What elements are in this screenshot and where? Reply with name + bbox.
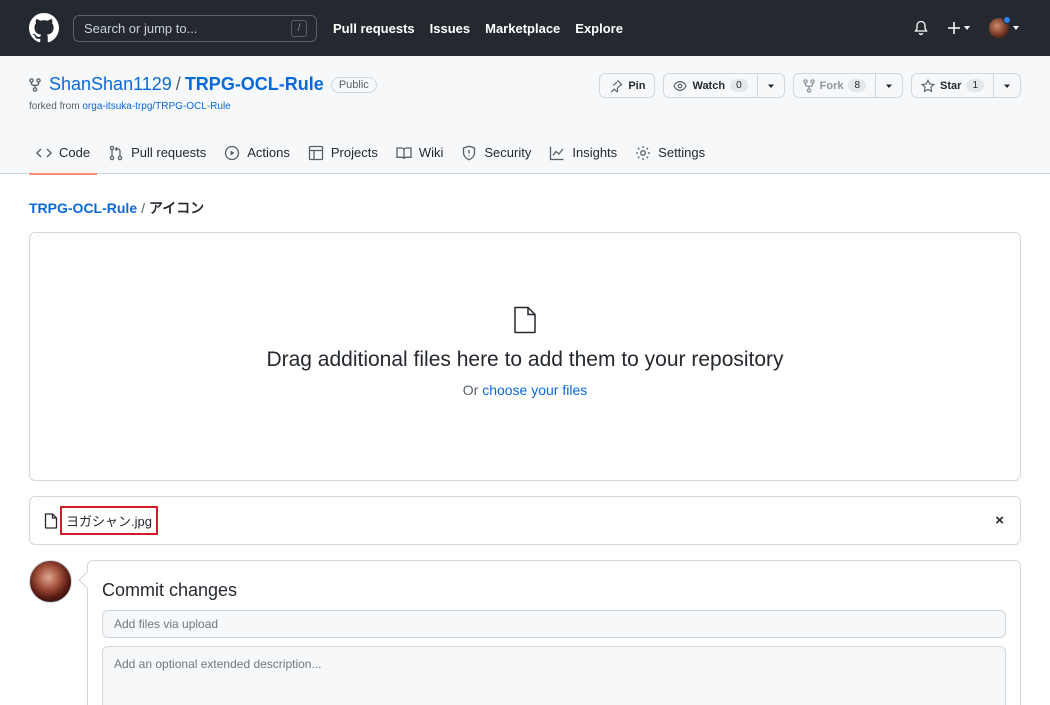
github-logo-icon[interactable] — [29, 13, 59, 43]
repo-name-link[interactable]: TRPG-OCL-Rule — [185, 74, 324, 95]
choose-files-link[interactable]: choose your files — [482, 382, 587, 398]
tab-code[interactable]: Code — [29, 131, 98, 175]
fork-button[interactable]: Fork 8 — [792, 73, 904, 98]
file-icon — [513, 306, 537, 337]
tab-settings[interactable]: Settings — [628, 131, 712, 174]
top-nav: Pull requests Issues Marketplace Explore — [333, 21, 623, 36]
nav-explore[interactable]: Explore — [575, 21, 623, 36]
repo-owner-link[interactable]: ShanShan1129 — [49, 74, 172, 95]
file-icon — [44, 512, 58, 529]
pin-icon — [611, 79, 623, 93]
repo-tabs: Code Pull requests Actions Projects Wiki… — [29, 131, 716, 175]
watch-label: Watch — [692, 79, 726, 92]
nav-marketplace[interactable]: Marketplace — [485, 21, 560, 36]
book-icon — [396, 146, 412, 159]
breadcrumb: TRPG-OCL-Rule / アイコン — [29, 198, 204, 218]
uploaded-file-row: ヨガシャン.jpg × — [29, 496, 1021, 545]
tab-code-label: Code — [59, 145, 91, 160]
watch-caret-icon[interactable] — [756, 74, 784, 97]
code-icon — [36, 148, 52, 157]
commit-description-textarea[interactable]: Add an optional extended description... — [102, 646, 1006, 705]
remove-file-close-icon[interactable]: × — [995, 512, 1004, 529]
header-right — [913, 0, 1021, 56]
commit-summary-placeholder: Add files via upload — [114, 617, 219, 631]
nav-pull-requests[interactable]: Pull requests — [333, 21, 415, 36]
slash-shortcut-key: / — [291, 19, 307, 37]
search-placeholder: Search or jump to... — [84, 20, 198, 36]
fork-caret-icon[interactable] — [875, 74, 902, 97]
nav-issues[interactable]: Issues — [430, 21, 470, 36]
visibility-badge: Public — [330, 76, 377, 93]
forked-prefix: forked from — [29, 101, 80, 112]
tab-pull-requests[interactable]: Pull requests — [101, 131, 213, 174]
star-count: 1 — [966, 79, 984, 92]
tab-wiki[interactable]: Wiki — [389, 131, 451, 174]
upload-dropzone[interactable]: Drag additional files here to add them t… — [29, 232, 1021, 481]
repo-forked-icon — [29, 77, 41, 92]
commit-description-placeholder: Add an optional extended description... — [114, 657, 322, 671]
breadcrumb-repo-link[interactable]: TRPG-OCL-Rule — [29, 200, 137, 216]
tab-wiki-label: Wiki — [418, 145, 444, 160]
tab-projects[interactable]: Projects — [301, 131, 385, 174]
fork-count: 8 — [848, 79, 867, 92]
tab-actions[interactable]: Actions — [217, 131, 297, 174]
avatar — [989, 16, 1011, 38]
repo-title: ShanShan1129 / TRPG-OCL-Rule Public — [29, 74, 377, 95]
tab-projects-label: Projects — [330, 145, 378, 160]
star-icon — [921, 78, 936, 92]
play-circle-icon — [225, 145, 240, 160]
avatar — [29, 560, 72, 603]
tab-insights-label: Insights — [572, 145, 618, 160]
dropzone-subtitle: Or choose your files — [30, 382, 1020, 398]
dropzone-title: Drag additional files here to add them t… — [266, 348, 784, 371]
eye-icon — [673, 80, 688, 91]
graph-icon — [550, 146, 564, 160]
gear-icon — [636, 145, 651, 160]
pin-button[interactable]: Pin — [599, 73, 656, 98]
pull-request-icon — [109, 145, 123, 160]
star-caret-icon[interactable] — [993, 74, 1020, 97]
repo-actions: Pin Watch 0 Fork 8 Star 1 — [599, 73, 1021, 98]
star-button[interactable]: Star 1 — [911, 73, 1021, 98]
forked-source-link[interactable]: orga-itsuka-trpg/TRPG-OCL-Rule — [82, 101, 230, 112]
forked-from: forked from orga-itsuka-trpg/TRPG-OCL-Ru… — [29, 101, 231, 112]
star-label: Star — [940, 79, 962, 92]
bell-icon[interactable] — [913, 20, 929, 36]
fork-label: Fork — [819, 79, 844, 92]
user-menu[interactable] — [989, 16, 1021, 38]
tab-security-label: Security — [484, 145, 532, 160]
repo-separator: / — [175, 74, 181, 94]
plus-dropdown-icon[interactable] — [947, 20, 971, 36]
commit-summary-input[interactable]: Add files via upload — [102, 610, 1006, 638]
search-input[interactable]: Search or jump to... / — [73, 14, 317, 42]
uploaded-file-name: ヨガシャン.jpg — [60, 506, 158, 535]
watch-button[interactable]: Watch 0 — [663, 73, 785, 98]
tab-settings-label: Settings — [658, 145, 706, 160]
watch-count: 0 — [730, 79, 748, 92]
dropzone-or: Or — [462, 382, 479, 398]
tab-security[interactable]: Security — [454, 131, 538, 174]
notification-dot-icon — [1003, 16, 1011, 24]
breadcrumb-current-dir: アイコン — [149, 200, 205, 216]
pin-label: Pin — [628, 79, 646, 92]
table-icon — [308, 145, 324, 160]
global-header: Search or jump to... / Pull requests Iss… — [0, 0, 1050, 56]
commit-title: Commit changes — [102, 580, 238, 600]
tab-actions-label: Actions — [247, 145, 290, 160]
tab-pull-requests-label: Pull requests — [131, 145, 207, 160]
breadcrumb-separator: / — [141, 200, 145, 216]
shield-icon — [463, 145, 476, 161]
tab-insights[interactable]: Insights — [542, 131, 624, 174]
fork-icon — [802, 78, 815, 93]
